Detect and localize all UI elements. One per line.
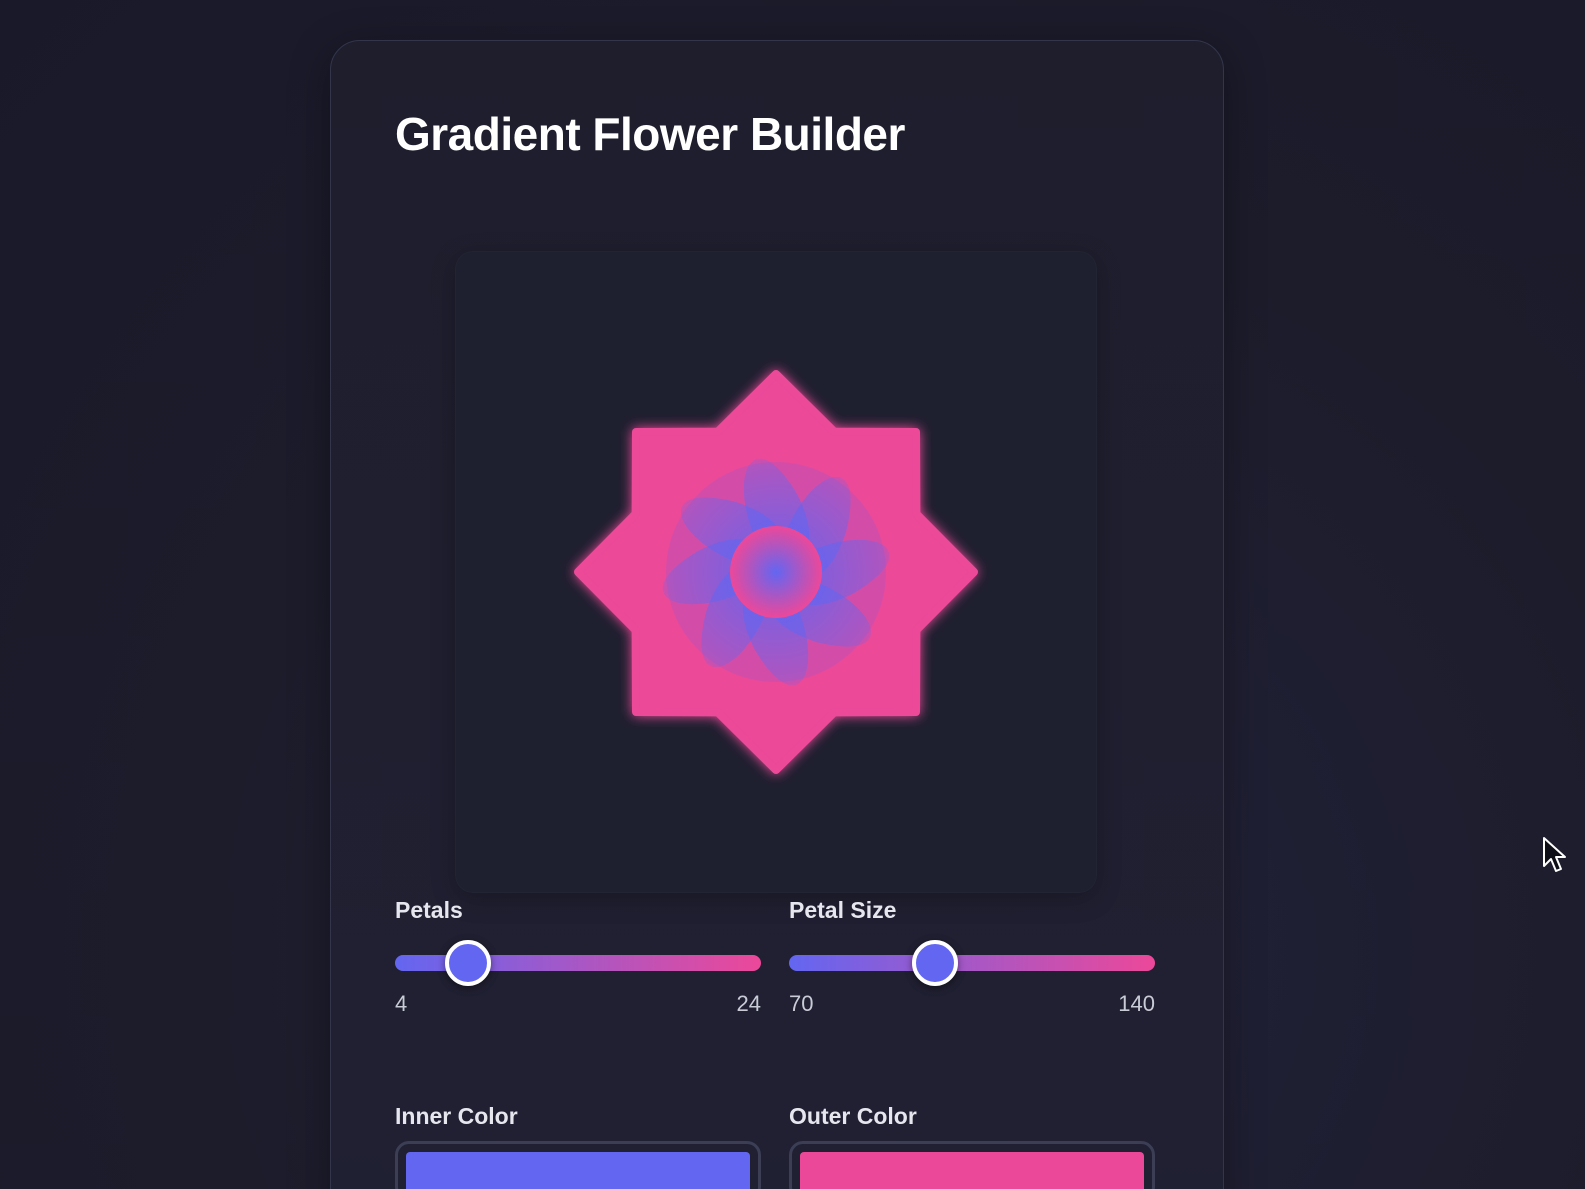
outer-color-label: Outer Color — [789, 1103, 917, 1129]
flower-builder-card: Gradient Flower Builder Petals 4 24 Peta… — [330, 40, 1224, 1189]
petals-label: Petals — [395, 897, 463, 923]
inner-color-label: Inner Color — [395, 1103, 518, 1129]
outer-color-picker[interactable] — [789, 1141, 1155, 1189]
outer-color-control: Outer Color — [789, 1103, 1155, 1189]
petals-slider-thumb[interactable] — [445, 940, 492, 986]
flower-graphic — [574, 370, 978, 774]
outer-color-swatch — [800, 1152, 1144, 1189]
petal-size-slider-thumb[interactable] — [912, 940, 959, 986]
petals-control: Petals 4 24 — [395, 897, 761, 1016]
petals-slider[interactable] — [395, 940, 761, 986]
petals-min-label: 4 — [395, 991, 408, 1016]
inner-color-swatch — [406, 1152, 750, 1189]
petals-max-label: 24 — [736, 991, 761, 1016]
inner-color-picker[interactable] — [395, 1141, 761, 1189]
petal-size-slider[interactable] — [789, 940, 1155, 986]
page-title: Gradient Flower Builder — [395, 108, 905, 160]
inner-color-control: Inner Color — [395, 1103, 761, 1189]
flower-preview — [455, 251, 1097, 893]
petal-size-min-label: 70 — [789, 991, 814, 1016]
flower-center — [730, 526, 822, 618]
petal-size-control: Petal Size 70 140 — [789, 897, 1155, 1016]
petal-size-label: Petal Size — [789, 897, 897, 923]
petal-size-max-label: 140 — [1118, 991, 1155, 1016]
mouse-pointer-icon — [1542, 836, 1568, 879]
